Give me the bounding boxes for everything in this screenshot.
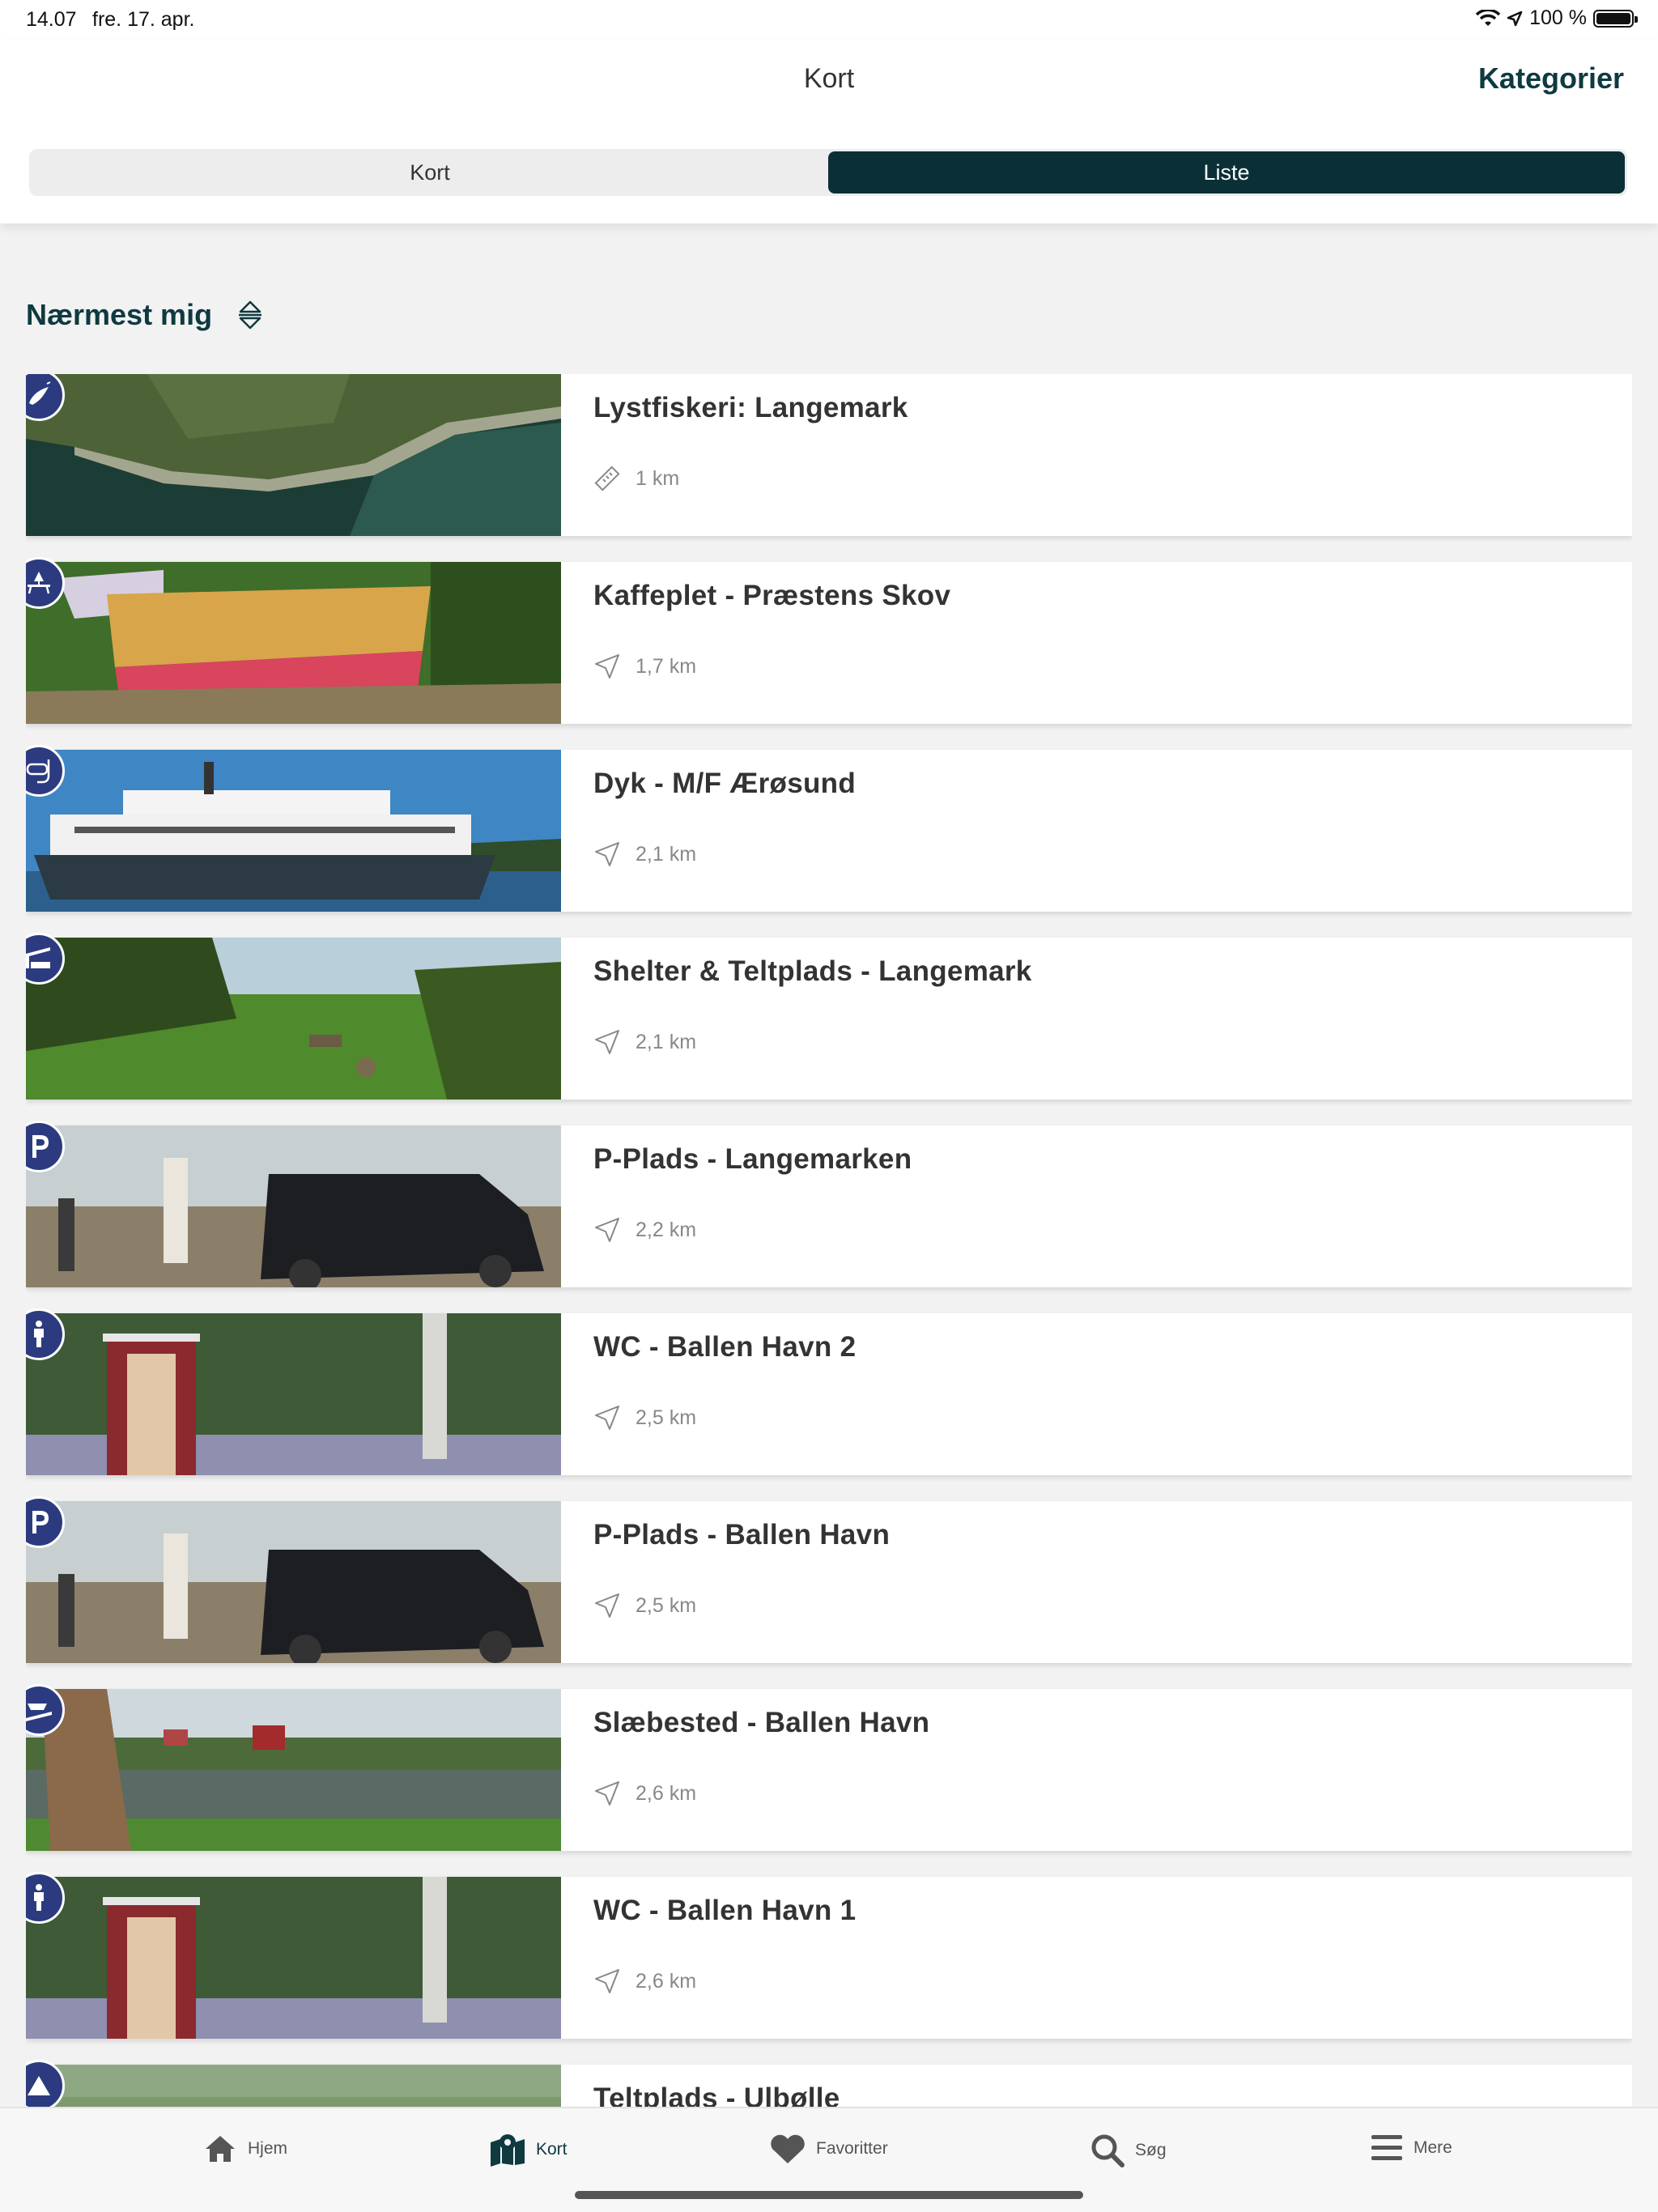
places-list: Lystfiskeri: Langemark 1 km Kaffeplet - … xyxy=(26,374,1632,2107)
place-distance: 2,6 km xyxy=(593,1967,696,1995)
distance-value: 2,1 km xyxy=(636,1030,697,1053)
navigation-arrow-icon xyxy=(595,1969,619,1993)
sort-icon[interactable] xyxy=(236,299,264,331)
status-time: 14.07 xyxy=(26,8,77,31)
place-distance: 2,5 km xyxy=(593,1404,696,1431)
tab-label: Hjem xyxy=(248,2139,288,2158)
list-item[interactable]: P-Plads - Ballen Havn 2,5 km xyxy=(26,1496,1632,1663)
place-photo xyxy=(26,750,561,912)
place-distance: 2,5 km xyxy=(593,1592,696,1619)
distance-value: 2,5 km xyxy=(636,1406,697,1429)
map-pin-icon xyxy=(491,2134,525,2167)
place-photo xyxy=(26,2065,561,2107)
navigation-arrow-icon xyxy=(595,842,619,866)
tab-home[interactable]: Hjem xyxy=(202,2133,287,2165)
place-name: Slæbested - Ballen Havn xyxy=(593,1707,930,1738)
list-item[interactable]: WC - Ballen Havn 2 2,5 km xyxy=(26,1308,1632,1475)
place-name: WC - Ballen Havn 1 xyxy=(593,1895,857,1926)
distance-value: 2,6 km xyxy=(636,1969,697,1993)
navigation-arrow-icon xyxy=(595,1406,619,1430)
tab-map[interactable]: Kort xyxy=(489,2133,568,2167)
place-photo xyxy=(26,1689,561,1851)
place-distance: 2,6 km xyxy=(593,1780,696,1807)
place-name: P-Plads - Langemarken xyxy=(593,1143,912,1175)
place-name: Kaffeplet - Præstens Skov xyxy=(593,580,951,611)
tab-label: Mere xyxy=(1414,2138,1452,2157)
tab-label: Favoritter xyxy=(816,2139,888,2158)
navigation-arrow-icon xyxy=(595,654,619,678)
view-segmented-control: Kort Liste xyxy=(29,149,1627,196)
segment-kort[interactable]: Kort xyxy=(32,151,828,194)
list-item[interactable]: WC - Ballen Havn 1 2,6 km xyxy=(26,1872,1632,2039)
battery-percent: 100 % xyxy=(1529,6,1587,29)
distance-value: 1 km xyxy=(636,466,680,490)
heart-icon xyxy=(771,2134,805,2163)
place-photo xyxy=(26,1125,561,1287)
status-right: 100 % xyxy=(1476,6,1638,30)
sort-label: Nærmest mig xyxy=(26,298,213,331)
place-photo xyxy=(26,374,561,536)
place-name: Teltplads - Ulbølle xyxy=(593,2082,840,2107)
battery-icon xyxy=(1593,9,1638,28)
place-photo xyxy=(26,938,561,1100)
place-distance: 1 km xyxy=(593,465,679,492)
list-item[interactable]: Shelter & Teltplads - Langemark 2,1 km xyxy=(26,933,1632,1100)
home-indicator[interactable] xyxy=(575,2191,1083,2199)
distance-value: 2,2 km xyxy=(636,1218,697,1241)
tab-more[interactable]: Mere xyxy=(1370,2133,1452,2163)
list-item[interactable]: Teltplads - Ulbølle xyxy=(26,2060,1632,2107)
place-photo xyxy=(26,1501,561,1663)
place-distance: 2,1 km xyxy=(593,1028,696,1056)
distance-value: 1,7 km xyxy=(636,654,697,678)
page-title: Kort xyxy=(803,63,855,94)
place-name: P-Plads - Ballen Havn xyxy=(593,1519,891,1551)
sort-control[interactable]: Nærmest mig xyxy=(26,298,264,332)
place-distance: 2,1 km xyxy=(593,840,696,868)
ruler-icon xyxy=(594,466,620,491)
distance-value: 2,6 km xyxy=(636,1781,697,1805)
list-item[interactable]: Lystfiskeri: Langemark 1 km xyxy=(26,374,1632,536)
list-item[interactable]: Slæbested - Ballen Havn 2,6 km xyxy=(26,1684,1632,1851)
navigation-arrow-icon xyxy=(595,1781,619,1806)
place-distance: 2,2 km xyxy=(593,1216,696,1244)
segment-liste[interactable]: Liste xyxy=(828,151,1625,194)
categories-button[interactable]: Kategorier xyxy=(1478,62,1624,96)
list-item[interactable]: Dyk - M/F Ærøsund 2,1 km xyxy=(26,745,1632,912)
list-item[interactable]: P-Plads - Langemarken 2,2 km xyxy=(26,1121,1632,1287)
distance-value: 2,1 km xyxy=(636,842,697,866)
navigation-arrow-icon xyxy=(595,1593,619,1618)
place-distance: 1,7 km xyxy=(593,653,696,680)
navigation-arrow-icon xyxy=(595,1218,619,1242)
place-name: Dyk - M/F Ærøsund xyxy=(593,768,856,799)
place-name: Shelter & Teltplads - Langemark xyxy=(593,955,1032,987)
place-name: WC - Ballen Havn 2 xyxy=(593,1331,857,1363)
search-icon xyxy=(1091,2134,1124,2167)
header: Kort Kategorier Kort Liste xyxy=(0,39,1658,223)
place-name: Lystfiskeri: Langemark xyxy=(593,392,908,423)
tab-label: Kort xyxy=(536,2140,568,2159)
wifi-icon xyxy=(1476,9,1501,26)
location-icon xyxy=(1507,11,1523,26)
home-icon xyxy=(206,2136,235,2162)
navigation-arrow-icon xyxy=(595,1030,619,1054)
tab-label: Søg xyxy=(1135,2141,1167,2159)
tab-search[interactable]: Søg xyxy=(1090,2133,1167,2168)
tab-favorites[interactable]: Favoritter xyxy=(769,2133,888,2165)
menu-icon xyxy=(1371,2135,1402,2160)
place-photo xyxy=(26,1877,561,2039)
status-date: fre. 17. apr. xyxy=(92,8,195,31)
place-photo xyxy=(26,1313,561,1475)
place-photo xyxy=(26,562,561,724)
status-bar: 14.07 fre. 17. apr. 100 % xyxy=(0,0,1658,39)
distance-value: 2,5 km xyxy=(636,1593,697,1617)
list-item[interactable]: Kaffeplet - Præstens Skov 1,7 km xyxy=(26,557,1632,724)
